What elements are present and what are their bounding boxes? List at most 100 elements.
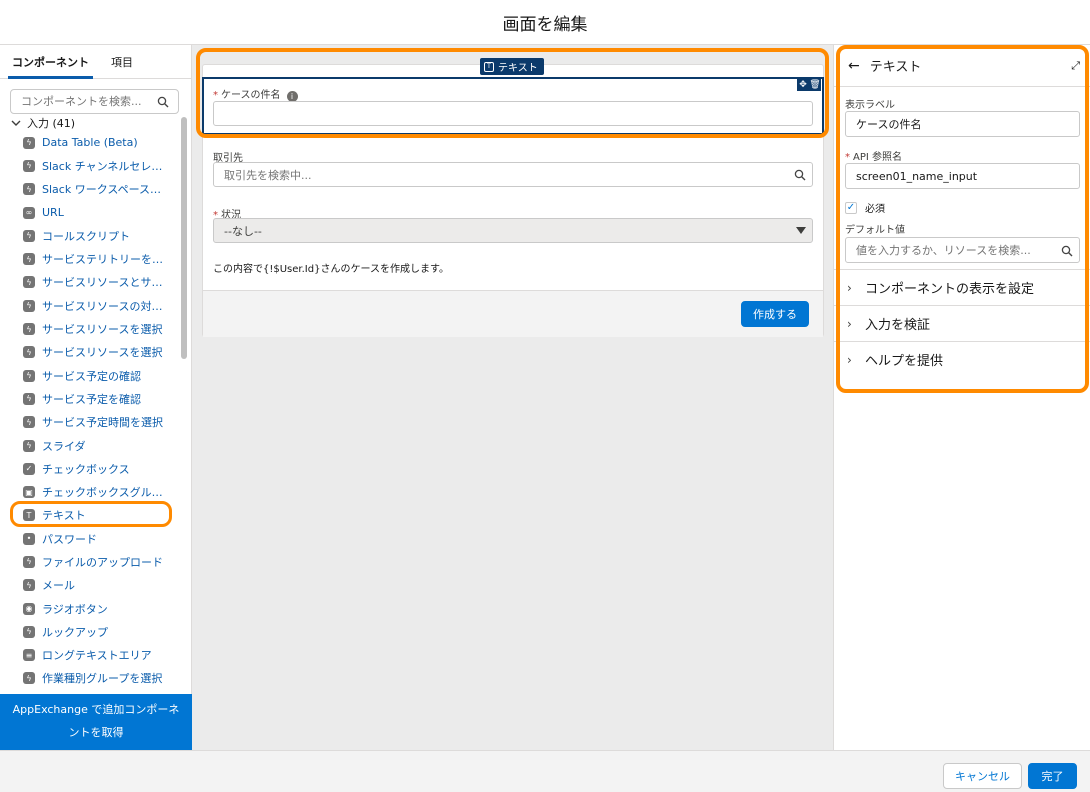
component-search[interactable] bbox=[10, 89, 179, 114]
component-item[interactable]: ϟ ファイルのアップロード bbox=[0, 550, 180, 573]
card-footer: 作成する bbox=[203, 290, 823, 337]
default-value-input[interactable]: 値を入力するか、リソースを検索... bbox=[845, 237, 1080, 263]
section-display-settings[interactable]: › コンポーネントの表示を設定 bbox=[834, 269, 1090, 305]
component-item[interactable]: ϟ 作業種別グループを選択 bbox=[0, 667, 180, 690]
component-item[interactable]: ϟ サービスリソースの対応... bbox=[0, 294, 180, 317]
component-item[interactable]: ϟ サービス予定時間を選択 bbox=[0, 411, 180, 434]
bolt-icon: ϟ bbox=[23, 439, 35, 452]
subject-label-text: ケースの件名 bbox=[221, 90, 281, 101]
display-label-caption: 表示ラベル bbox=[845, 100, 895, 111]
required-label: 必須 bbox=[865, 204, 885, 215]
back-arrow-icon[interactable]: ← bbox=[848, 58, 860, 74]
display-label-input[interactable]: ケースの件名 bbox=[845, 111, 1080, 137]
component-item[interactable]: ✓ チェックボックス bbox=[0, 457, 180, 480]
subject-input[interactable] bbox=[213, 101, 813, 126]
component-item[interactable]: ∞ URL bbox=[0, 201, 180, 224]
component-item[interactable]: ϟ Slack チャンネルセレクタ bbox=[0, 154, 180, 177]
chevron-right-icon: › bbox=[847, 352, 852, 367]
component-item[interactable]: ◉ ラジオボタン bbox=[0, 597, 180, 620]
page-title: 画面を編集 bbox=[502, 14, 588, 35]
component-item-label: Data Table (Beta) bbox=[42, 136, 138, 150]
tab-components[interactable]: コンポーネント bbox=[8, 45, 93, 79]
password-icon: • bbox=[23, 532, 35, 545]
bolt-icon: ϟ bbox=[23, 579, 35, 592]
cancel-button[interactable]: キャンセル bbox=[943, 763, 1022, 789]
chevron-right-icon: › bbox=[847, 316, 852, 331]
default-value-caption: デフォルト値 bbox=[845, 225, 905, 236]
component-item-label: サービスリソースとサー... bbox=[42, 276, 172, 290]
appexchange-button[interactable]: AppExchange で追加コンポーネントを取得 bbox=[0, 694, 192, 750]
section-validate-input[interactable]: › 入力を検証 bbox=[834, 305, 1090, 341]
default-value-placeholder: 値を入力するか、リソースを検索... bbox=[856, 244, 1031, 257]
checkgroup-icon: ▣ bbox=[23, 486, 35, 499]
component-item-label: サービス予定を確認 bbox=[42, 392, 141, 406]
modal-footer: キャンセル 完了 bbox=[0, 750, 1090, 792]
bolt-icon: ϟ bbox=[23, 555, 35, 568]
bolt-icon: ϟ bbox=[23, 416, 35, 429]
component-item-label: ファイルのアップロード bbox=[42, 555, 163, 569]
component-search-input[interactable] bbox=[21, 95, 151, 108]
move-icon[interactable]: ✥ bbox=[797, 79, 809, 91]
caret-down-icon bbox=[796, 227, 806, 234]
component-item-label: チェックボックスグループ bbox=[42, 486, 172, 500]
selection-tools: ✥ 🗑 bbox=[797, 79, 821, 91]
palette-scrollbar[interactable] bbox=[181, 117, 187, 359]
bolt-icon: ϟ bbox=[23, 672, 35, 685]
component-item[interactable]: ϟ スライダ bbox=[0, 434, 180, 457]
component-item[interactable]: ϟ サービスリソースとサー... bbox=[0, 271, 180, 294]
selected-text-field[interactable]: ✥ 🗑 * ケースの件名 i bbox=[202, 77, 824, 135]
required-checkbox[interactable]: ✓ 必須 bbox=[845, 200, 885, 215]
component-item[interactable]: ϟ サービス予定を確認 bbox=[0, 387, 180, 410]
textarea-icon: ≡ bbox=[23, 649, 35, 662]
component-list: ϟ Data Table (Beta) ϟ Slack チャンネルセレクタ ϟ Slack… bbox=[0, 131, 180, 690]
properties-title: テキスト bbox=[869, 60, 922, 75]
link-icon: ∞ bbox=[23, 206, 35, 219]
section-provide-help[interactable]: › ヘルプを提供 bbox=[834, 341, 1090, 377]
api-name-caption-text: API 参照名 bbox=[853, 152, 902, 163]
group-input-header[interactable]: 入力 (41) bbox=[11, 115, 75, 131]
component-item[interactable]: ϟ サービステリトリーを選択 bbox=[0, 247, 180, 270]
component-item-label: サービス予定の確認 bbox=[42, 369, 141, 383]
component-item[interactable]: ϟ メール bbox=[0, 574, 180, 597]
status-picklist[interactable]: --なし-- bbox=[213, 218, 813, 243]
component-item-label: サービス予定時間を選択 bbox=[42, 416, 163, 430]
component-item[interactable]: ϟ コールスクリプト bbox=[0, 224, 180, 247]
api-name-input[interactable]: screen01_name_input bbox=[845, 163, 1080, 189]
component-item-label: コールスクリプト bbox=[42, 229, 130, 243]
check-icon: ✓ bbox=[23, 462, 35, 475]
bolt-icon: ϟ bbox=[23, 299, 35, 312]
component-item[interactable]: ϟ Data Table (Beta) bbox=[0, 131, 180, 154]
component-item[interactable]: ≡ ロングテキストエリア bbox=[0, 644, 180, 667]
component-item-label: チェックボックス bbox=[42, 462, 130, 476]
text-component-icon: T bbox=[484, 61, 494, 72]
search-icon bbox=[157, 96, 169, 108]
properties-header: ← テキスト ⤢ bbox=[834, 45, 1090, 87]
component-badge: T テキスト bbox=[480, 58, 544, 75]
account-lookup-input[interactable]: 取引先を検索中... bbox=[213, 162, 813, 187]
bolt-icon: ϟ bbox=[23, 346, 35, 359]
component-item[interactable]: ϟ ルックアップ bbox=[0, 620, 180, 643]
bolt-icon: ϟ bbox=[23, 136, 35, 149]
delete-icon[interactable]: 🗑 bbox=[809, 79, 821, 91]
component-item[interactable]: ϟ サービスリソースを選択 bbox=[0, 341, 180, 364]
account-placeholder: 取引先を検索中... bbox=[224, 168, 312, 182]
done-button[interactable]: 完了 bbox=[1028, 763, 1077, 789]
component-item-label: メール bbox=[42, 579, 75, 593]
component-item[interactable]: ϟ サービスリソースを選択 bbox=[0, 317, 180, 340]
checkmark-icon[interactable]: ✓ bbox=[845, 201, 857, 214]
chevron-down-icon bbox=[11, 120, 21, 126]
bolt-icon: ϟ bbox=[23, 183, 35, 196]
section-label: 入力を検証 bbox=[865, 318, 931, 333]
bolt-icon: ϟ bbox=[23, 323, 35, 336]
message-text: この内容で{!$User.Id}さんのケースを作成します。 bbox=[213, 264, 449, 275]
component-item[interactable]: ϟ Slack ワークスペースセレ... bbox=[0, 178, 180, 201]
bolt-icon: ϟ bbox=[23, 253, 35, 266]
search-icon bbox=[794, 169, 806, 181]
create-button[interactable]: 作成する bbox=[741, 301, 809, 327]
modal-header: 画面を編集 bbox=[0, 0, 1090, 45]
component-item[interactable]: ϟ サービス予定の確認 bbox=[0, 364, 180, 387]
tab-fields[interactable]: 項目 bbox=[107, 45, 137, 78]
component-item-label: ラジオボタン bbox=[42, 602, 108, 616]
component-item[interactable]: • パスワード bbox=[0, 527, 180, 550]
expand-icon[interactable]: ⤢ bbox=[1071, 59, 1080, 73]
